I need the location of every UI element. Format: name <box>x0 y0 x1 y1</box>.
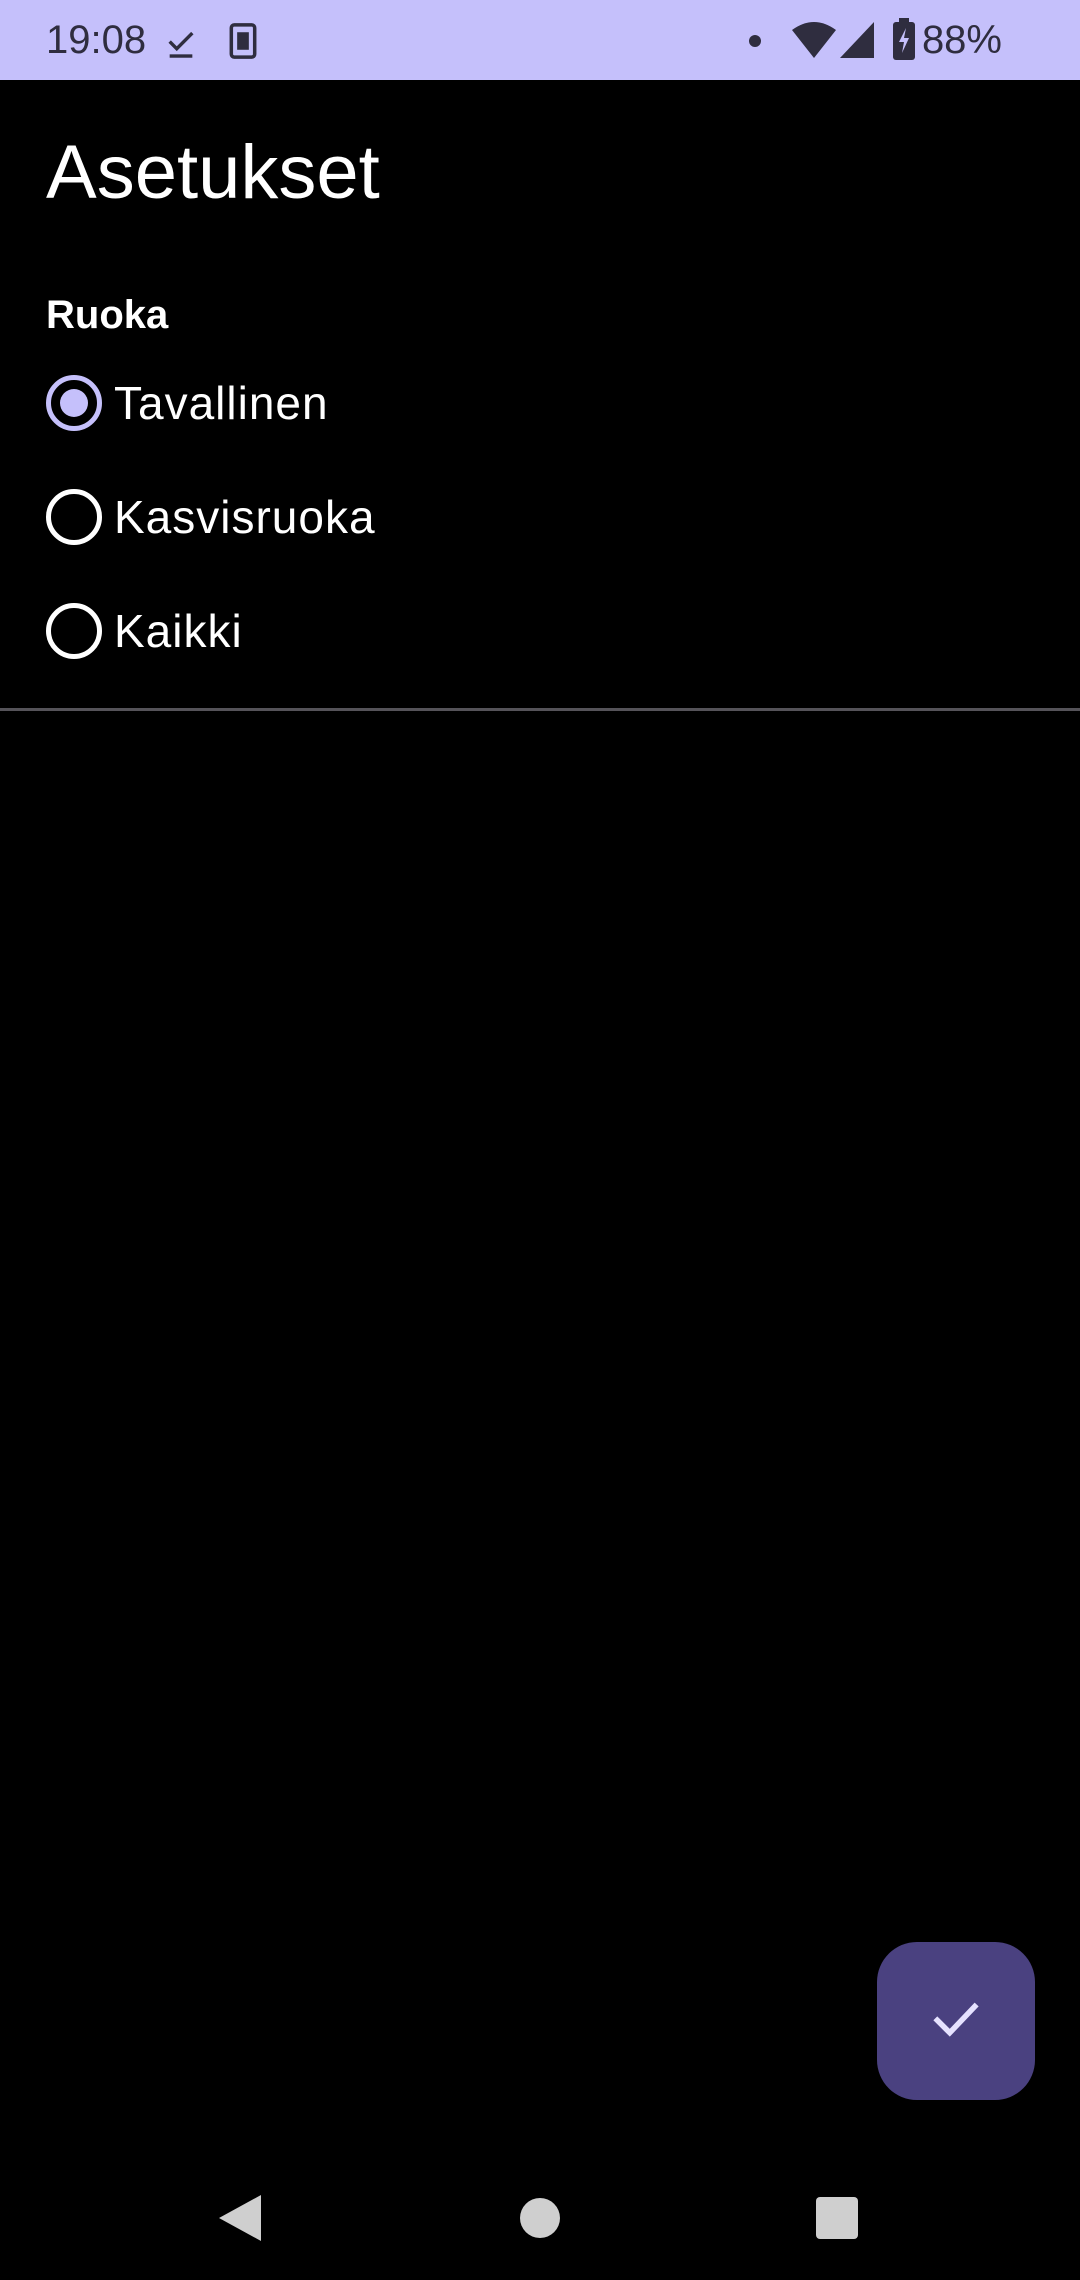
radio-label: Tavallinen <box>114 377 329 429</box>
radio-label: Kasvisruoka <box>114 491 376 543</box>
radio-unchecked-icon[interactable] <box>46 489 102 545</box>
radio-dot <box>60 389 88 417</box>
back-button[interactable] <box>200 2180 280 2260</box>
radio-label: Kaikki <box>114 605 243 657</box>
radio-checked-icon[interactable] <box>46 375 102 431</box>
status-bar: 19:08 88% <box>0 0 1080 80</box>
radio-option-tavallinen[interactable]: Tavallinen <box>46 363 546 443</box>
sim-card-icon <box>228 22 258 62</box>
download-done-icon <box>164 26 198 66</box>
recents-icon <box>815 2196 859 2245</box>
status-time: 19:08 <box>46 18 147 62</box>
settings-screen: 19:08 88% Asetukset Ruoka Tavallinen Kas… <box>0 0 1080 2280</box>
home-icon <box>518 2196 562 2245</box>
battery-percent: 88% <box>921 18 1002 62</box>
wifi-icon <box>790 20 838 60</box>
check-icon <box>926 1989 986 2054</box>
radio-option-kaikki[interactable]: Kaikki <box>46 591 546 671</box>
back-icon <box>215 2191 265 2250</box>
confirm-fab-button[interactable] <box>877 1942 1035 2100</box>
section-divider <box>0 708 1080 711</box>
radio-unchecked-icon[interactable] <box>46 603 102 659</box>
notification-dot-icon <box>748 34 762 74</box>
page-title: Asetukset <box>46 130 380 215</box>
home-button[interactable] <box>500 2180 580 2260</box>
recents-button[interactable] <box>797 2180 877 2260</box>
battery-charging-icon <box>892 18 916 60</box>
food-section-title: Ruoka <box>46 293 169 337</box>
cellular-signal-icon <box>838 20 876 60</box>
radio-option-kasvisruoka[interactable]: Kasvisruoka <box>46 477 546 557</box>
